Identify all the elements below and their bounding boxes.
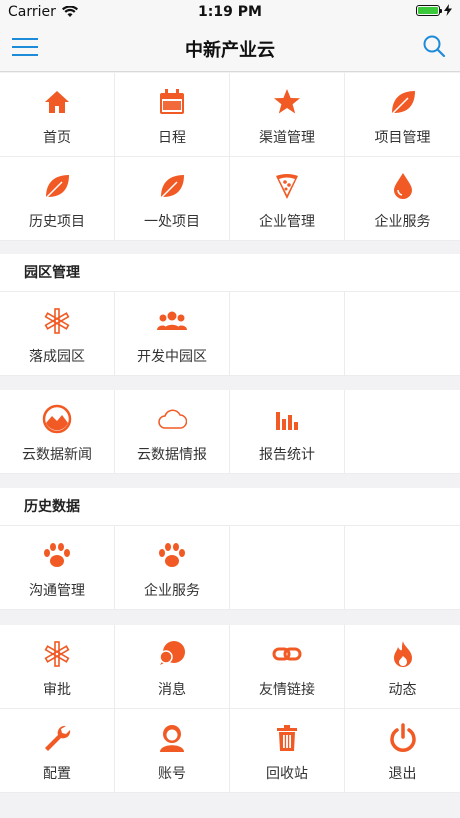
grid-empty-cell [345,292,460,376]
grid-item-report-stats[interactable]: 报告统计 [230,390,345,474]
status-time: 1:19 PM [198,4,262,20]
grid-item-schedule[interactable]: 日程 [115,73,230,157]
power-icon [388,723,418,753]
grid-item-label: 企业管理 [259,214,315,230]
section-title-history: 历史数据 [0,488,460,526]
battery-icon [416,4,442,16]
leaf-icon [157,171,187,201]
park-section: 园区管理 落成园区 开发中园区 [0,254,460,376]
grid-item-communication[interactable]: 沟通管理 [0,526,115,610]
status-right [416,4,452,16]
grid-item-label: 首页 [43,130,71,146]
cloud-section: 云数据新闻 云数据情报 报告统计 [0,390,460,474]
grid-item-label: 沟通管理 [29,583,85,599]
drop-icon [388,171,418,201]
grid-item-label: 项目管理 [374,130,431,146]
grid-item-history-project[interactable]: 历史项目 [0,157,115,241]
history-section: 历史数据 沟通管理 企业服务 [0,488,460,610]
asterisk-icon [42,306,72,336]
grid-item-label: 开发中园区 [137,349,207,365]
grid-item-home[interactable]: 首页 [0,73,115,157]
grid-item-label: 回收站 [266,766,308,782]
nav-bar: 中新产业云 [0,24,460,72]
grid-item-label: 审批 [43,682,71,698]
grid-item-friend-links[interactable]: 友情链接 [230,625,345,709]
grid-item-logout[interactable]: 退出 [345,709,460,793]
grid-item-label: 云数据新闻 [22,447,92,463]
grid-item-label: 日程 [158,130,186,146]
leaf-icon [42,171,72,201]
grid-item-developing-park[interactable]: 开发中园区 [115,292,230,376]
grid-item-channel[interactable]: 渠道管理 [230,73,345,157]
paw-icon [157,540,187,570]
grid-item-label: 落成园区 [29,349,85,365]
grid-item-label: 报告统计 [259,447,315,463]
user-icon [157,723,187,753]
grid-item-project[interactable]: 项目管理 [345,73,460,157]
image-circle-icon [42,404,72,434]
main-grid: 首页 日程 渠道管理 项目管理 历史项目 一处项目 企业管理 企业服务 [0,73,460,241]
grid-item-label: 友情链接 [259,682,315,698]
fire-icon [388,639,418,669]
grid-empty-cell [345,390,460,474]
grid-item-completed-park[interactable]: 落成园区 [0,292,115,376]
system-section: 审批 消息 友情链接 动态 配置 账号 回收站 退出 [0,625,460,793]
bar-chart-icon [272,404,302,434]
grid-item-account[interactable]: 账号 [115,709,230,793]
grid-item-label: 配置 [43,766,71,782]
section-title-park: 园区管理 [0,254,460,292]
grid-item-label: 历史项目 [29,214,85,230]
charging-bolt-icon [444,4,452,16]
search-icon [423,35,446,58]
grid-item-approval[interactable]: 审批 [0,625,115,709]
paw-icon [42,540,72,570]
grid-item-enterprise-service[interactable]: 企业服务 [345,157,460,241]
grid-item-label: 一处项目 [144,214,200,230]
grid-item-history-service[interactable]: 企业服务 [115,526,230,610]
grid-item-recycle-bin[interactable]: 回收站 [230,709,345,793]
pizza-icon [272,171,302,201]
star-icon [272,87,302,117]
wrench-icon [42,723,72,753]
chat-icon [157,639,187,669]
grid-item-office-project[interactable]: 一处项目 [115,157,230,241]
home-icon [42,87,72,117]
grid-item-label: 渠道管理 [259,130,315,146]
grid-item-label: 消息 [158,682,186,698]
grid-item-label: 企业服务 [144,583,200,599]
hamburger-icon [12,38,38,56]
grid-item-settings[interactable]: 配置 [0,709,115,793]
link-icon [272,639,302,669]
page-title: 中新产业云 [185,40,275,61]
grid-item-enterprise-manage[interactable]: 企业管理 [230,157,345,241]
leaf-icon [388,87,418,117]
grid-empty-cell [230,292,345,376]
grid-item-label: 账号 [158,766,186,782]
grid-item-cloud-news[interactable]: 云数据新闻 [0,390,115,474]
grid-empty-cell [345,526,460,610]
grid-item-messages[interactable]: 消息 [115,625,230,709]
grid-item-label: 云数据情报 [137,447,207,463]
grid-item-label: 企业服务 [374,214,431,230]
menu-button[interactable] [12,36,38,58]
cloud-icon [157,404,187,434]
trash-icon [272,723,302,753]
grid-item-activity[interactable]: 动态 [345,625,460,709]
grid-item-label: 退出 [388,766,417,782]
grid-item-label: 动态 [388,682,417,698]
status-bar: Carrier 1:19 PM [0,0,460,24]
calendar-icon [157,87,187,117]
users-icon [157,306,187,336]
grid-item-cloud-intel[interactable]: 云数据情报 [115,390,230,474]
search-button[interactable] [422,34,446,58]
grid-empty-cell [230,526,345,610]
asterisk-icon [42,639,72,669]
